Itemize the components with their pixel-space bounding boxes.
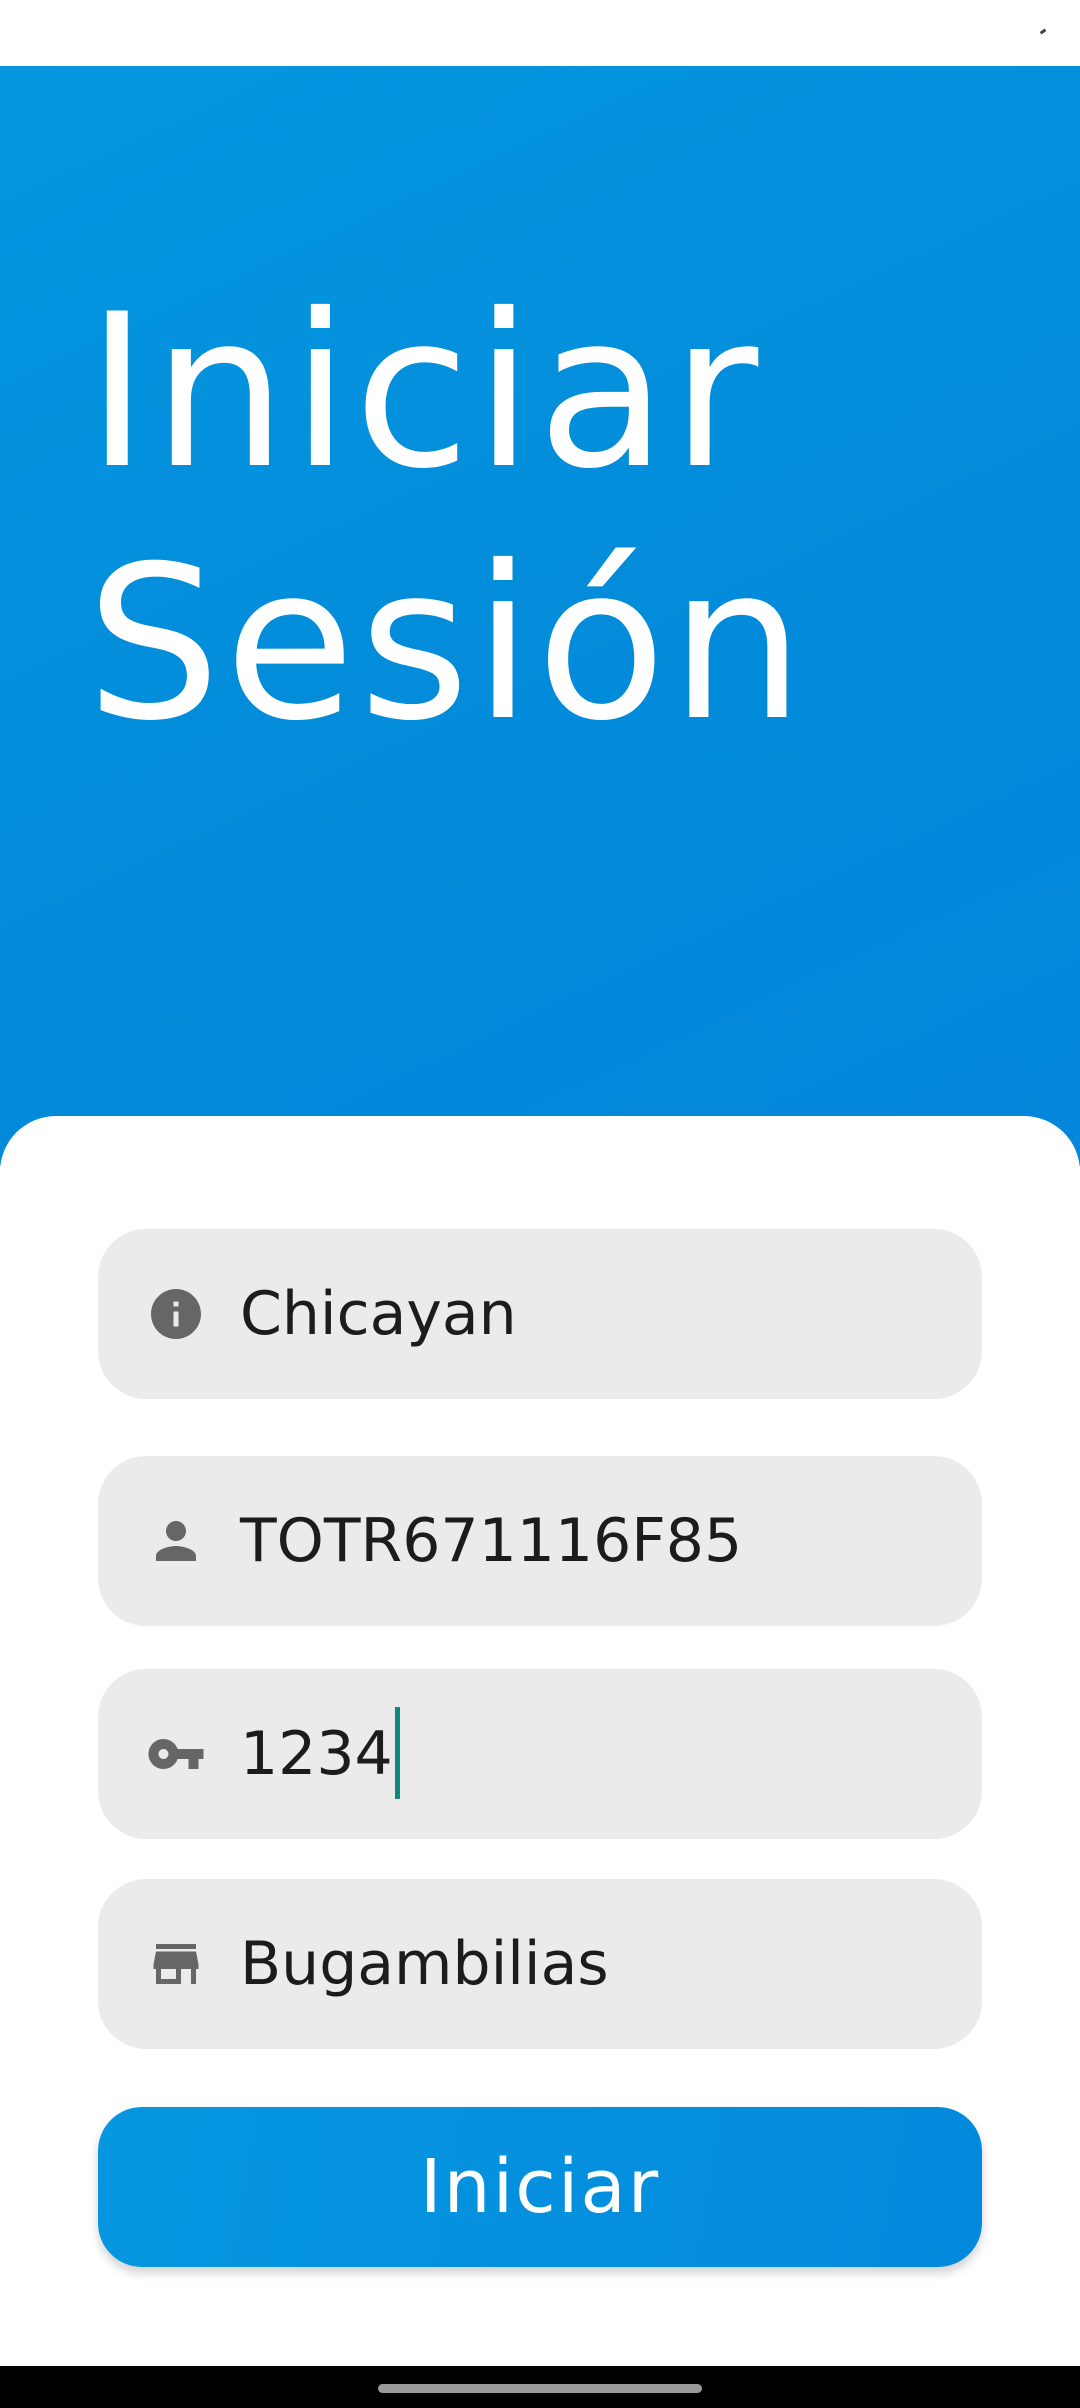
key-icon [146, 1724, 206, 1784]
password-field[interactable]: 1234 [98, 1669, 982, 1839]
person-icon [146, 1511, 206, 1571]
login-button[interactable]: Iniciar [98, 2107, 982, 2267]
password-field-text: 1234 [240, 1719, 393, 1789]
username-field[interactable]: TOTR671116F85 [98, 1456, 982, 1626]
text-cursor [394, 1707, 400, 1800]
location-field[interactable]: Chicayan [98, 1229, 982, 1399]
home-indicator[interactable] [378, 2384, 702, 2393]
page-title-line-2: Sesión [86, 520, 809, 767]
page-title: Iniciar Sesión [86, 266, 808, 770]
status-bar [0, 0, 1080, 66]
password-field-value: 1234 [240, 1669, 400, 1839]
branch-field-value: Bugambilias [240, 1929, 609, 1999]
branch-field[interactable]: Bugambilias [98, 1879, 982, 2049]
status-indicator [1039, 28, 1047, 35]
page-title-line-1: Iniciar [86, 268, 763, 515]
info-icon [146, 1284, 206, 1344]
location-field-value: Chicayan [240, 1279, 517, 1349]
username-field-value: TOTR671116F85 [240, 1506, 743, 1576]
header-banner: Iniciar Sesión [0, 66, 1080, 1166]
system-navigation-bar [0, 2366, 1080, 2408]
store-icon [146, 1934, 206, 1994]
